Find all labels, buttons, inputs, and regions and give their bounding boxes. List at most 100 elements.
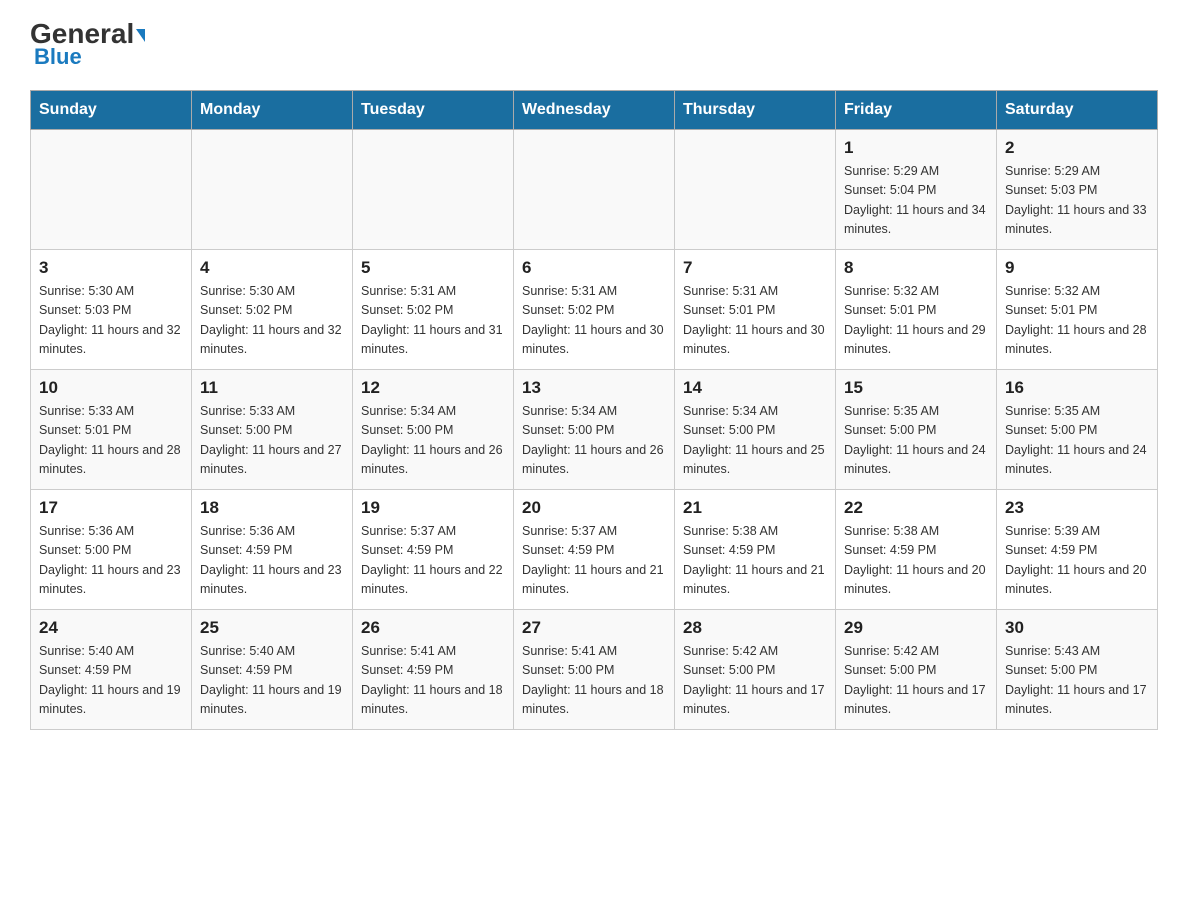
calendar-cell [675, 130, 836, 250]
sun-info: Sunrise: 5:30 AMSunset: 5:03 PMDaylight:… [39, 282, 183, 360]
sun-info: Sunrise: 5:32 AMSunset: 5:01 PMDaylight:… [844, 282, 988, 360]
sun-info: Sunrise: 5:43 AMSunset: 5:00 PMDaylight:… [1005, 642, 1149, 720]
calendar-cell: 4Sunrise: 5:30 AMSunset: 5:02 PMDaylight… [192, 250, 353, 370]
week-row-4: 17 Sunrise: 5:36 AMSunset: 5:00 PMDayligh… [31, 490, 1158, 610]
sun-info: Sunrise: 5:29 AMSunset: 5:03 PMDaylight:… [1005, 162, 1149, 240]
sun-info: Sunrise: 5:42 AMSunset: 5:00 PMDaylight:… [844, 642, 988, 720]
day-number: 13 [522, 378, 666, 398]
day-number: 9 [1005, 258, 1149, 278]
weekday-header-wednesday: Wednesday [514, 91, 675, 130]
calendar-cell: 30 Sunrise: 5:43 AMSunset: 5:00 PMDayligh… [997, 610, 1158, 730]
weekday-header-sunday: Sunday [31, 91, 192, 130]
calendar-cell: 16 Sunrise: 5:35 AMSunset: 5:00 PMDayligh… [997, 370, 1158, 490]
calendar-cell: 29 Sunrise: 5:42 AMSunset: 5:00 PMDayligh… [836, 610, 997, 730]
sun-info: Sunrise: 5:36 AMSunset: 4:59 PMDaylight:… [200, 522, 344, 600]
weekday-header-tuesday: Tuesday [353, 91, 514, 130]
sun-info: Sunrise: 5:31 AMSunset: 5:02 PMDaylight:… [522, 282, 666, 360]
calendar-cell: 10 Sunrise: 5:33 AMSunset: 5:01 PMDayligh… [31, 370, 192, 490]
calendar-cell: 18 Sunrise: 5:36 AMSunset: 4:59 PMDayligh… [192, 490, 353, 610]
calendar-cell: 8 Sunrise: 5:32 AMSunset: 5:01 PMDaylight… [836, 250, 997, 370]
day-number: 22 [844, 498, 988, 518]
sun-info: Sunrise: 5:38 AMSunset: 4:59 PMDaylight:… [844, 522, 988, 600]
sun-info: Sunrise: 5:32 AMSunset: 5:01 PMDaylight:… [1005, 282, 1149, 360]
sun-info: Sunrise: 5:34 AMSunset: 5:00 PMDaylight:… [361, 402, 505, 480]
weekday-header-thursday: Thursday [675, 91, 836, 130]
sun-info: Sunrise: 5:37 AMSunset: 4:59 PMDaylight:… [361, 522, 505, 600]
calendar-cell: 25 Sunrise: 5:40 AMSunset: 4:59 PMDayligh… [192, 610, 353, 730]
day-number: 24 [39, 618, 183, 638]
day-number: 30 [1005, 618, 1149, 638]
calendar-cell: 9 Sunrise: 5:32 AMSunset: 5:01 PMDaylight… [997, 250, 1158, 370]
calendar-cell: 14 Sunrise: 5:34 AMSunset: 5:00 PMDayligh… [675, 370, 836, 490]
day-number: 5 [361, 258, 505, 278]
day-number: 29 [844, 618, 988, 638]
weekday-header-friday: Friday [836, 91, 997, 130]
sun-info: Sunrise: 5:38 AMSunset: 4:59 PMDaylight:… [683, 522, 827, 600]
day-number: 10 [39, 378, 183, 398]
calendar-cell: 27Sunrise: 5:41 AMSunset: 5:00 PMDayligh… [514, 610, 675, 730]
day-number: 20 [522, 498, 666, 518]
calendar-cell: 13 Sunrise: 5:34 AMSunset: 5:00 PMDayligh… [514, 370, 675, 490]
calendar-cell: 2 Sunrise: 5:29 AMSunset: 5:03 PMDaylight… [997, 130, 1158, 250]
calendar-cell: 6 Sunrise: 5:31 AMSunset: 5:02 PMDaylight… [514, 250, 675, 370]
calendar-cell: 1 Sunrise: 5:29 AMSunset: 5:04 PMDaylight… [836, 130, 997, 250]
day-number: 12 [361, 378, 505, 398]
calendar-cell: 24 Sunrise: 5:40 AMSunset: 4:59 PMDayligh… [31, 610, 192, 730]
day-number: 3 [39, 258, 183, 278]
calendar-cell: 20 Sunrise: 5:37 AMSunset: 4:59 PMDayligh… [514, 490, 675, 610]
week-row-3: 10 Sunrise: 5:33 AMSunset: 5:01 PMDayligh… [31, 370, 1158, 490]
calendar-cell: 26Sunrise: 5:41 AMSunset: 4:59 PMDayligh… [353, 610, 514, 730]
day-number: 16 [1005, 378, 1149, 398]
calendar-cell: 23Sunrise: 5:39 AMSunset: 4:59 PMDayligh… [997, 490, 1158, 610]
sun-info: Sunrise: 5:34 AMSunset: 5:00 PMDaylight:… [522, 402, 666, 480]
logo-blue-text: Blue [30, 44, 82, 70]
calendar-cell: 3 Sunrise: 5:30 AMSunset: 5:03 PMDaylight… [31, 250, 192, 370]
calendar-cell: 28 Sunrise: 5:42 AMSunset: 5:00 PMDayligh… [675, 610, 836, 730]
sun-info: Sunrise: 5:37 AMSunset: 4:59 PMDaylight:… [522, 522, 666, 600]
sun-info: Sunrise: 5:30 AMSunset: 5:02 PMDaylight:… [200, 282, 344, 360]
day-number: 1 [844, 138, 988, 158]
day-number: 11 [200, 378, 344, 398]
sun-info: Sunrise: 5:31 AMSunset: 5:01 PMDaylight:… [683, 282, 827, 360]
day-number: 28 [683, 618, 827, 638]
sun-info: Sunrise: 5:35 AMSunset: 5:00 PMDaylight:… [844, 402, 988, 480]
calendar-cell: 12 Sunrise: 5:34 AMSunset: 5:00 PMDayligh… [353, 370, 514, 490]
weekday-header-monday: Monday [192, 91, 353, 130]
sun-info: Sunrise: 5:42 AMSunset: 5:00 PMDaylight:… [683, 642, 827, 720]
calendar-cell [192, 130, 353, 250]
calendar-cell [514, 130, 675, 250]
day-number: 17 [39, 498, 183, 518]
sun-info: Sunrise: 5:40 AMSunset: 4:59 PMDaylight:… [200, 642, 344, 720]
logo: General Blue [30, 20, 145, 70]
calendar-cell [353, 130, 514, 250]
calendar-cell: 17 Sunrise: 5:36 AMSunset: 5:00 PMDayligh… [31, 490, 192, 610]
day-number: 14 [683, 378, 827, 398]
day-number: 18 [200, 498, 344, 518]
calendar-cell: 15 Sunrise: 5:35 AMSunset: 5:00 PMDayligh… [836, 370, 997, 490]
page-header: General Blue [30, 20, 1158, 70]
weekday-header-row: SundayMondayTuesdayWednesdayThursdayFrid… [31, 91, 1158, 130]
calendar-cell: 7Sunrise: 5:31 AMSunset: 5:01 PMDaylight… [675, 250, 836, 370]
sun-info: Sunrise: 5:35 AMSunset: 5:00 PMDaylight:… [1005, 402, 1149, 480]
sun-info: Sunrise: 5:31 AMSunset: 5:02 PMDaylight:… [361, 282, 505, 360]
sun-info: Sunrise: 5:36 AMSunset: 5:00 PMDaylight:… [39, 522, 183, 600]
sun-info: Sunrise: 5:39 AMSunset: 4:59 PMDaylight:… [1005, 522, 1149, 600]
day-number: 19 [361, 498, 505, 518]
calendar-cell: 5 Sunrise: 5:31 AMSunset: 5:02 PMDaylight… [353, 250, 514, 370]
day-number: 2 [1005, 138, 1149, 158]
sun-info: Sunrise: 5:29 AMSunset: 5:04 PMDaylight:… [844, 162, 988, 240]
day-number: 21 [683, 498, 827, 518]
day-number: 26 [361, 618, 505, 638]
calendar-table: SundayMondayTuesdayWednesdayThursdayFrid… [30, 90, 1158, 730]
calendar-cell: 19 Sunrise: 5:37 AMSunset: 4:59 PMDayligh… [353, 490, 514, 610]
day-number: 6 [522, 258, 666, 278]
sun-info: Sunrise: 5:40 AMSunset: 4:59 PMDaylight:… [39, 642, 183, 720]
calendar-cell: 11Sunrise: 5:33 AMSunset: 5:00 PMDayligh… [192, 370, 353, 490]
sun-info: Sunrise: 5:41 AMSunset: 5:00 PMDaylight:… [522, 642, 666, 720]
day-number: 8 [844, 258, 988, 278]
calendar-cell: 22 Sunrise: 5:38 AMSunset: 4:59 PMDayligh… [836, 490, 997, 610]
sun-info: Sunrise: 5:33 AMSunset: 5:01 PMDaylight:… [39, 402, 183, 480]
day-number: 25 [200, 618, 344, 638]
sun-info: Sunrise: 5:34 AMSunset: 5:00 PMDaylight:… [683, 402, 827, 480]
day-number: 15 [844, 378, 988, 398]
